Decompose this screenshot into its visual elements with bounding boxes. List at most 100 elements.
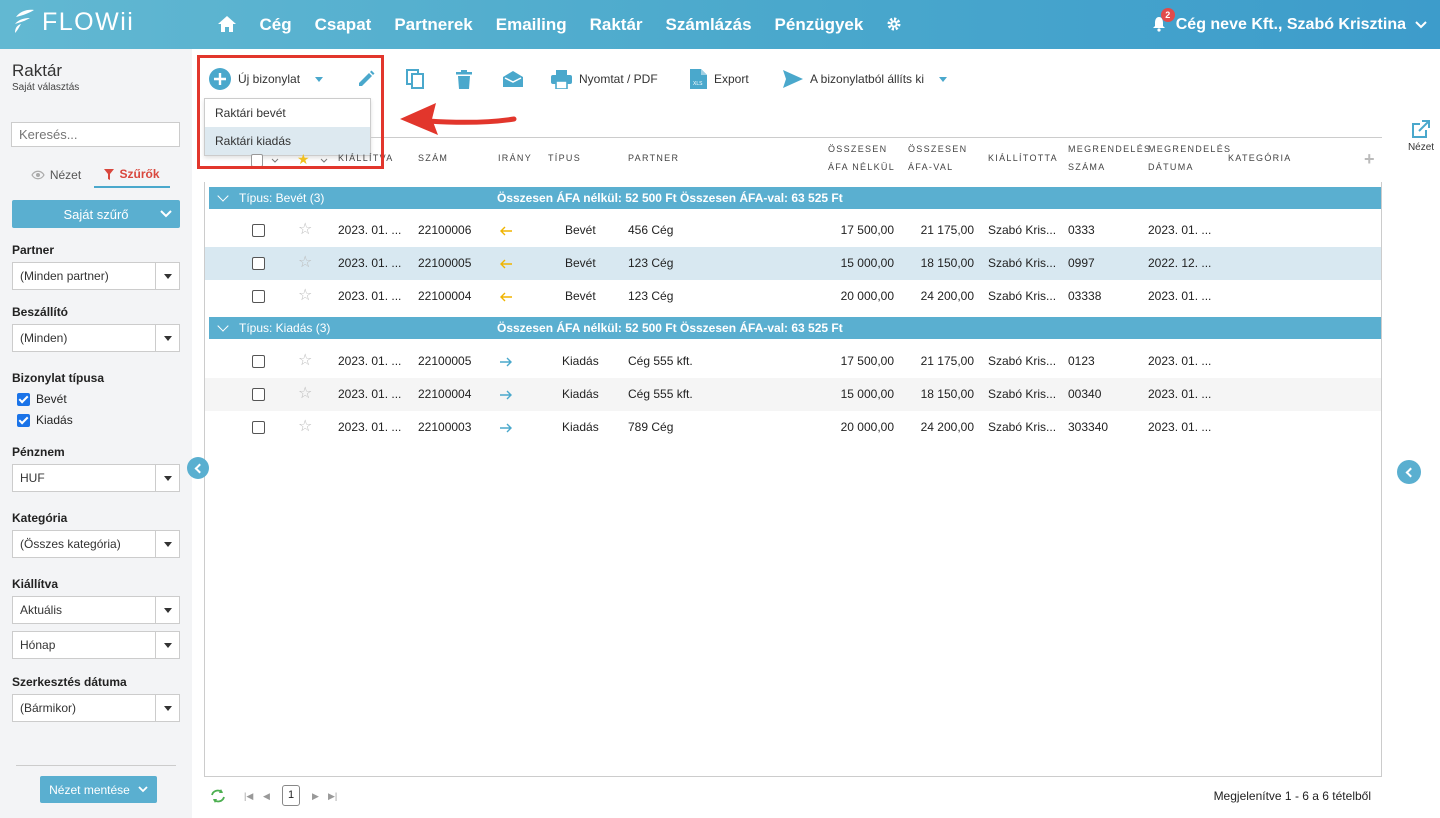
nav-item-warehouse[interactable]: Raktár (578, 15, 654, 35)
issue-from-document-button[interactable]: A bizonylatból állíts ki (783, 67, 948, 91)
chevron-left-icon (194, 463, 205, 473)
nav-item-emailing[interactable]: Emailing (484, 15, 578, 35)
nav-item-partners[interactable]: Partnerek (383, 15, 484, 35)
star-icon[interactable]: ☆ (298, 255, 312, 271)
first-page-icon[interactable]: |◀ (244, 791, 253, 802)
row-checkbox[interactable] (252, 257, 265, 270)
cell-issuer: Szabó Kris... (988, 223, 1057, 237)
nav-item-company[interactable]: Cég (248, 15, 303, 35)
doctype-checkbox-outgoing[interactable]: Kiadás (17, 413, 73, 427)
column-header-order-number-1[interactable]: MEGRENDELÉS (1068, 141, 1151, 158)
row-checkbox[interactable] (252, 290, 265, 303)
column-header-gross-total-2[interactable]: ÁFA-VAL (908, 159, 953, 176)
chevron-down-icon[interactable] (217, 190, 229, 202)
table-row[interactable]: ☆ 2023. 01. ... 22100005 Kiadás Cég 555 … (205, 345, 1381, 378)
refresh-icon[interactable] (210, 789, 226, 803)
column-header-order-number-2[interactable]: SZÁMA (1068, 159, 1106, 176)
chevron-down-icon (138, 786, 148, 793)
copy-icon[interactable] (406, 67, 424, 91)
issued-label: Kiállítva (12, 577, 59, 591)
delete-icon[interactable] (456, 67, 472, 91)
current-page[interactable]: 1 (282, 785, 300, 806)
view-panel-button[interactable]: Nézet (1402, 119, 1440, 153)
gear-icon[interactable] (875, 15, 914, 35)
cell-order-date: 2022. 12. ... (1148, 256, 1212, 270)
checkbox-checked[interactable] (17, 392, 30, 406)
email-icon[interactable] (502, 67, 524, 91)
group-header-outgoing[interactable]: Típus: Kiadás (3) Összesen ÁFA nélkül: 5… (209, 317, 1381, 339)
nav-item-invoicing[interactable]: Számlázás (654, 15, 763, 35)
save-view-button[interactable]: Nézet mentése (40, 776, 157, 803)
cell-type: Kiadás (562, 420, 599, 434)
table-row[interactable]: ☆ 2023. 01. ... 22100005 Bevét 123 Cég 1… (205, 247, 1381, 280)
next-page-icon[interactable]: ▶ (312, 791, 319, 802)
arrow-left-icon (500, 292, 512, 302)
row-checkbox[interactable] (252, 355, 265, 368)
export-button[interactable]: XLS Export (690, 67, 749, 91)
star-icon[interactable]: ☆ (298, 386, 312, 402)
search-input[interactable] (11, 122, 180, 147)
top-navigation-bar: FLOWii Cég Csapat Partnerek Emailing Rak… (0, 0, 1440, 49)
cell-partner: 123 Cég (628, 289, 674, 303)
cell-net: 17 500,00 (840, 354, 894, 368)
column-header-category[interactable]: KATEGÓRIA (1228, 150, 1292, 167)
supplier-select[interactable]: (Minden) (12, 324, 180, 352)
table-row[interactable]: ☆ 2023. 01. ... 22100004 Kiadás Cég 555 … (205, 378, 1381, 411)
previous-page-icon[interactable]: ◀ (263, 791, 270, 802)
nav-item-team[interactable]: Csapat (303, 15, 383, 35)
star-icon[interactable]: ☆ (298, 419, 312, 435)
column-header-type[interactable]: TÍPUS (548, 150, 581, 167)
edit-date-select[interactable]: (Bármikor) (12, 694, 180, 722)
tab-view[interactable]: Nézet (18, 162, 94, 188)
own-filter-button[interactable]: Saját szűrő (12, 200, 180, 228)
table-row[interactable]: ☆ 2023. 01. ... 22100003 Kiadás 789 Cég … (205, 411, 1381, 444)
doctype-checkbox-incoming[interactable]: Bevét (17, 392, 67, 406)
currency-select[interactable]: HUF (12, 464, 180, 492)
issued-period-select[interactable]: Hónap (12, 631, 180, 659)
column-header-partner[interactable]: PARTNER (628, 150, 679, 167)
user-name[interactable]: Cég neve Kft., Szabó Krisztina (1176, 16, 1406, 34)
last-page-icon[interactable]: ▶| (328, 791, 337, 802)
chevron-down-icon[interactable] (1414, 20, 1428, 30)
save-view-label: Nézet mentése (49, 782, 130, 797)
column-header-gross-total-1[interactable]: ÖSSZESEN (908, 141, 967, 158)
divider (16, 765, 176, 766)
table-row[interactable]: ☆ 2023. 01. ... 22100004 Bevét 123 Cég 2… (205, 280, 1381, 313)
collapse-right-panel-button[interactable] (1397, 460, 1421, 484)
nav-item-finance[interactable]: Pénzügyek (763, 15, 875, 35)
chevron-left-icon (1405, 467, 1416, 477)
column-header-issuer[interactable]: KIÁLLÍTOTTA (988, 150, 1058, 167)
flowii-logo[interactable]: FLOWii (12, 7, 134, 37)
cell-partner: Cég 555 kft. (628, 387, 693, 401)
caret-down-icon (155, 465, 179, 491)
column-header-net-total-2[interactable]: ÁFA NÉLKÜL (828, 159, 895, 176)
column-header-order-date-2[interactable]: DÁTUMA (1148, 159, 1194, 176)
row-checkbox[interactable] (252, 421, 265, 434)
row-checkbox[interactable] (252, 388, 265, 401)
add-column-icon[interactable]: + (1364, 149, 1375, 170)
column-header-net-total-1[interactable]: ÖSSZESEN (828, 141, 887, 158)
bell-icon[interactable]: 2 (1152, 7, 1175, 34)
row-checkbox[interactable] (252, 224, 265, 237)
print-pdf-button[interactable]: Nyomtat / PDF (551, 67, 658, 91)
cell-partner: 123 Cég (628, 256, 674, 270)
collapse-sidebar-button[interactable] (187, 457, 209, 479)
issued-select[interactable]: Aktuális (12, 596, 180, 624)
star-icon[interactable]: ☆ (298, 288, 312, 304)
star-icon[interactable]: ☆ (298, 353, 312, 369)
group-header-incoming[interactable]: Típus: Bevét (3) Összesen ÁFA nélkül: 52… (209, 187, 1381, 209)
tab-filters[interactable]: Szűrők (94, 162, 170, 188)
home-icon[interactable] (205, 14, 248, 36)
checkbox-checked[interactable] (17, 413, 30, 427)
star-icon[interactable]: ☆ (298, 222, 312, 238)
table-row[interactable]: ☆ 2023. 01. ... 22100006 Bevét 456 Cég 1… (205, 214, 1381, 247)
caret-down-icon[interactable] (939, 76, 948, 82)
partner-select[interactable]: (Minden partner) (12, 262, 180, 290)
category-select[interactable]: (Összes kategória) (12, 530, 180, 558)
column-header-direction[interactable]: IRÁNY (498, 150, 532, 167)
column-header-number[interactable]: SZÁM (418, 150, 448, 167)
user-menu[interactable]: 2 Cég neve Kft., Szabó Krisztina (1152, 0, 1428, 49)
chevron-down-icon[interactable] (217, 320, 229, 332)
arrow-left-icon (500, 259, 512, 269)
column-header-order-date-1[interactable]: MEGRENDELÉS (1148, 141, 1231, 158)
